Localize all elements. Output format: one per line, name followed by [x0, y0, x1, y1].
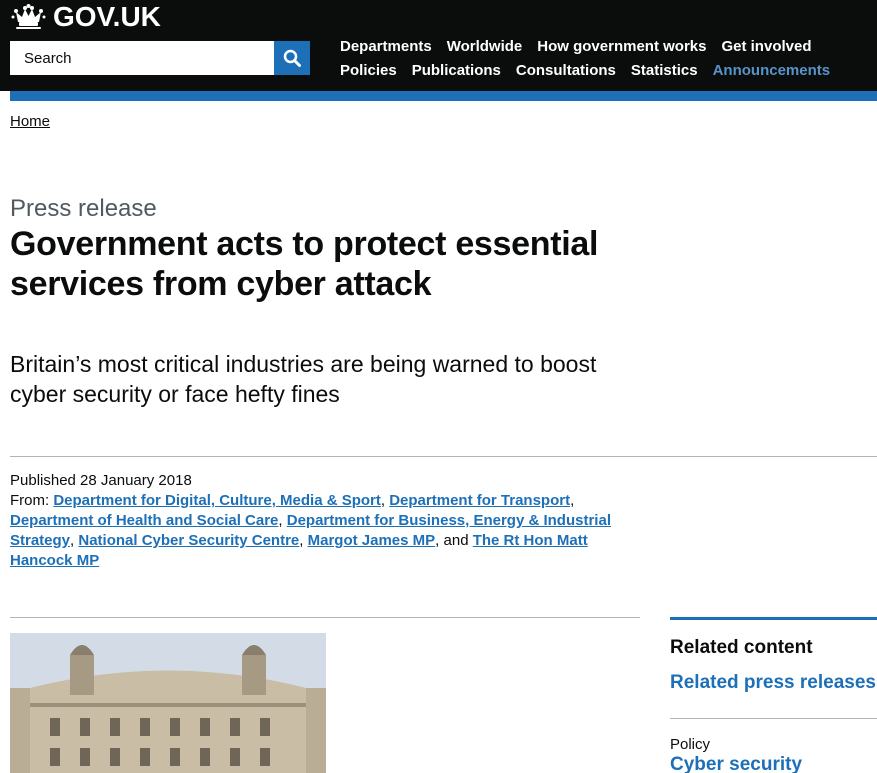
header-accent-bar: [10, 91, 877, 101]
nav-row-2: Policies Publications Consultations Stat…: [340, 58, 860, 82]
org-link-dhsc[interactable]: Department of Health and Social Care: [10, 512, 278, 529]
search-button[interactable]: [274, 41, 310, 75]
search-icon: [283, 49, 301, 67]
nav-policies[interactable]: Policies: [340, 62, 397, 79]
logo-text: GOV.UK: [53, 1, 161, 32]
breadcrumb: Home: [10, 113, 50, 130]
org-link-ncsc[interactable]: National Cyber Security Centre: [78, 532, 299, 549]
policy-label: Policy: [670, 736, 711, 753]
main-navigation: Departments Worldwide How government wor…: [340, 34, 860, 82]
published-date: Published 28 January 2018: [10, 472, 192, 489]
govuk-logo-link[interactable]: GOV.UK: [10, 2, 161, 32]
site-header: GOV.UK Departments Worldwide How governm…: [0, 0, 877, 91]
divider: [10, 617, 640, 618]
from-label: From:: [10, 492, 50, 509]
crown-icon: [11, 4, 46, 29]
search-input[interactable]: [10, 41, 274, 75]
document-type: Press release: [10, 195, 157, 222]
and-text: , and: [435, 532, 469, 549]
building-illustration: [10, 633, 326, 773]
nav-get-involved[interactable]: Get involved: [721, 38, 811, 55]
policy-link[interactable]: Cyber security: [670, 754, 877, 773]
nav-publications[interactable]: Publications: [412, 62, 501, 79]
related-press-releases-link[interactable]: Related press releases: [670, 672, 877, 694]
divider: [10, 456, 877, 457]
nav-statistics[interactable]: Statistics: [631, 62, 698, 79]
org-link-dcms[interactable]: Department for Digital, Culture, Media &…: [53, 492, 381, 509]
page-title: Government acts to protect essential ser…: [10, 225, 599, 303]
related-content-panel: Related content Related press releases P…: [670, 617, 877, 773]
nav-how-government-works[interactable]: How government works: [537, 38, 706, 55]
from-organisations: From: Department for Digital, Culture, M…: [10, 492, 611, 569]
nav-announcements[interactable]: Announcements: [713, 62, 831, 79]
breadcrumb-home-link[interactable]: Home: [10, 113, 50, 130]
article-image: [10, 633, 326, 773]
lead-paragraph: Britain’s most critical industries are b…: [10, 351, 597, 407]
org-link-dft[interactable]: Department for Transport: [389, 492, 570, 509]
related-content-heading: Related content: [670, 637, 813, 658]
person-link-margot-james[interactable]: Margot James MP: [308, 532, 436, 549]
nav-consultations[interactable]: Consultations: [516, 62, 616, 79]
nav-departments[interactable]: Departments: [340, 38, 432, 55]
publication-metadata: Published 28 January 2018 From: Departme…: [10, 471, 630, 571]
divider: [670, 718, 877, 719]
nav-row-1: Departments Worldwide How government wor…: [340, 34, 860, 58]
nav-worldwide[interactable]: Worldwide: [447, 38, 523, 55]
search-form: [10, 41, 310, 75]
